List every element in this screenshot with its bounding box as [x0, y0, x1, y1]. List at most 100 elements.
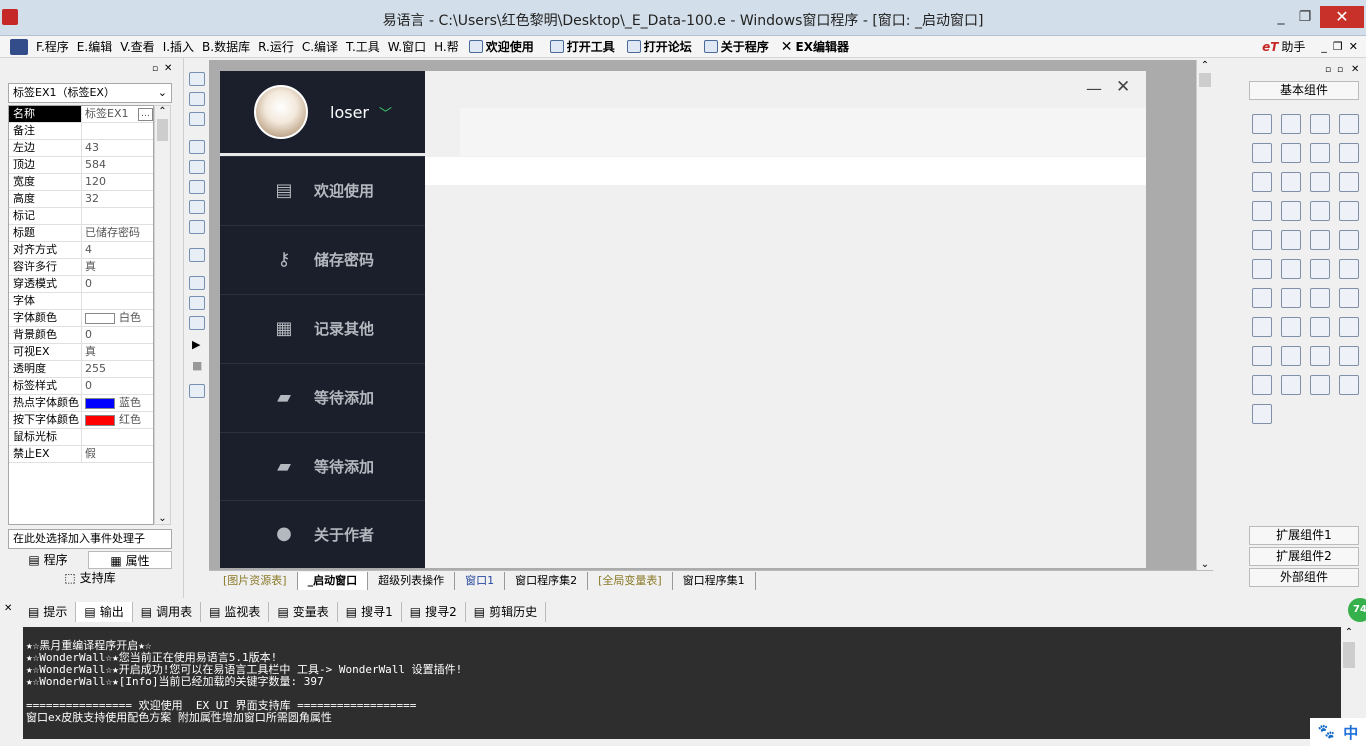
component-icon[interactable]	[1281, 201, 1301, 221]
scroll-thumb[interactable]	[1343, 642, 1355, 668]
property-value[interactable]: 4	[82, 242, 153, 258]
property-value[interactable]: 120	[82, 174, 153, 190]
about-button[interactable]: 关于程序	[698, 38, 775, 55]
component-icon[interactable]	[1339, 259, 1359, 279]
cut-icon[interactable]	[189, 140, 205, 154]
property-row[interactable]: 对齐方式 4	[9, 242, 153, 259]
component-icon[interactable]	[1252, 201, 1272, 221]
minimize-button[interactable]: _	[1268, 8, 1294, 26]
component-icon[interactable]	[1339, 346, 1359, 366]
component-icon[interactable]	[1281, 143, 1301, 163]
menu-tools[interactable]: T.工具	[342, 38, 384, 55]
property-value[interactable]	[82, 293, 153, 309]
component-icon[interactable]	[1252, 230, 1272, 250]
property-row[interactable]: 顶边 584	[9, 157, 153, 174]
nav-item[interactable]: ▦ 记录其他	[220, 294, 425, 362]
panel-restore-icon[interactable]: ▫	[1337, 65, 1343, 75]
menu-window[interactable]: W.窗口	[384, 38, 430, 55]
output-tab[interactable]: ▤ 变量表	[269, 602, 338, 622]
ellipsis-icon[interactable]: …	[138, 107, 153, 121]
output-tab[interactable]: ▤ 提示	[20, 602, 77, 622]
pointer-tool-icon[interactable]	[1252, 114, 1272, 134]
layout-c-icon[interactable]	[189, 316, 205, 330]
property-value[interactable]: 白色	[82, 310, 153, 326]
property-value[interactable]: 255	[82, 361, 153, 377]
menu-view[interactable]: V.查看	[116, 38, 158, 55]
property-value[interactable]: 标签EX1…	[82, 106, 153, 122]
nav-item[interactable]: ▤ 欢迎使用	[220, 156, 425, 224]
output-tab[interactable]: ▤ 监视表	[201, 602, 270, 622]
property-value[interactable]: 0	[82, 378, 153, 394]
scroll-up-icon[interactable]: ⌃	[1341, 627, 1357, 638]
component-icon[interactable]	[1339, 143, 1359, 163]
file-tab[interactable]: _启动窗口	[297, 571, 369, 590]
property-row[interactable]: 可视EX 真	[9, 344, 153, 361]
save-icon[interactable]	[189, 112, 205, 126]
restore-button[interactable]: ❐	[1292, 8, 1318, 26]
panel-close-icon[interactable]: ✕	[1351, 64, 1359, 75]
menu-insert[interactable]: I.插入	[159, 38, 198, 55]
undo-icon[interactable]	[189, 220, 205, 234]
component-icon[interactable]	[1281, 172, 1301, 192]
chevron-down-icon[interactable]: ﹀	[379, 103, 392, 122]
nav-item[interactable]: ▰ 等待添加	[220, 432, 425, 500]
property-scrollbar[interactable]: ⌃ ⌄	[154, 105, 171, 525]
property-value[interactable]: 假	[82, 446, 153, 462]
component-icon[interactable]	[1252, 346, 1272, 366]
output-tab[interactable]: ▤ 调用表	[133, 602, 202, 622]
event-combo[interactable]: 在此处选择加入事件处理子	[8, 529, 172, 549]
output-tab[interactable]: ▤ 搜寻1	[338, 602, 402, 622]
debug-icon[interactable]	[189, 384, 205, 398]
scroll-up-icon[interactable]: ⌃	[1197, 60, 1213, 71]
property-value[interactable]	[82, 208, 153, 224]
ext-components1-button[interactable]: 扩展组件1	[1249, 526, 1359, 545]
component-icon[interactable]	[1339, 288, 1359, 308]
property-value[interactable]: 43	[82, 140, 153, 156]
basic-components-button[interactable]: 基本组件	[1249, 81, 1359, 100]
mdi-minimize-icon[interactable]: _	[1321, 40, 1327, 53]
property-value[interactable]: 0	[82, 276, 153, 292]
new-icon[interactable]	[189, 72, 205, 86]
ime-indicator[interactable]: 🐾 中	[1310, 718, 1366, 746]
file-tab[interactable]: [图片资源表]	[213, 571, 298, 590]
file-tab[interactable]: [全局变量表]	[588, 571, 673, 590]
stop-icon[interactable]: ■	[192, 359, 202, 372]
file-tab[interactable]: 窗口程序集1	[673, 571, 756, 590]
component-icon[interactable]	[1252, 143, 1272, 163]
nav-item[interactable]: ▰ 等待添加	[220, 363, 425, 431]
open-forum-button[interactable]: 打开论坛	[621, 38, 698, 55]
component-icon[interactable]	[1339, 201, 1359, 221]
menu-run[interactable]: R.运行	[254, 38, 298, 55]
form-minimize-icon[interactable]: —	[1086, 79, 1102, 98]
component-icon[interactable]	[1339, 375, 1359, 395]
file-tab[interactable]: 窗口1	[455, 571, 506, 590]
component-icon[interactable]	[1310, 230, 1330, 250]
paste-icon[interactable]	[189, 180, 205, 194]
component-icon[interactable]	[1281, 288, 1301, 308]
component-icon[interactable]	[1281, 259, 1301, 279]
scroll-up-icon[interactable]: ⌃	[155, 106, 170, 117]
property-row[interactable]: 禁止EX 假	[9, 446, 153, 463]
scroll-thumb[interactable]	[157, 119, 168, 141]
mdi-close-icon[interactable]: ✕	[1349, 40, 1358, 53]
property-row[interactable]: 高度 32	[9, 191, 153, 208]
component-icon[interactable]	[1339, 317, 1359, 337]
property-row[interactable]: 穿透模式 0	[9, 276, 153, 293]
panel-pin-icon[interactable]: ▫	[152, 64, 158, 74]
open-icon[interactable]	[189, 92, 205, 106]
nav-item[interactable]: ⚷ 储存密码	[220, 225, 425, 293]
property-row[interactable]: 字体	[9, 293, 153, 310]
component-icon[interactable]	[1281, 317, 1301, 337]
helper-button[interactable]: eT 助手	[1256, 38, 1311, 55]
output-tab[interactable]: ▤ 输出	[76, 602, 133, 622]
form-close-icon[interactable]: ✕	[1116, 77, 1130, 97]
output-console[interactable]: ★☆黑月重编译程序开启★☆ ★☆WonderWall☆★您当前正在使用易语言5.1…	[23, 627, 1341, 739]
property-row[interactable]: 标题 已储存密码	[9, 225, 153, 242]
property-value[interactable]: 红色	[82, 412, 153, 428]
property-row[interactable]: 字体颜色 白色	[9, 310, 153, 327]
file-tab[interactable]: 超级列表操作	[368, 571, 456, 590]
property-row[interactable]: 容许多行真	[9, 259, 153, 276]
component-icon[interactable]	[1252, 317, 1272, 337]
property-value[interactable]: 32	[82, 191, 153, 207]
menu-database[interactable]: B.数据库	[198, 38, 254, 55]
